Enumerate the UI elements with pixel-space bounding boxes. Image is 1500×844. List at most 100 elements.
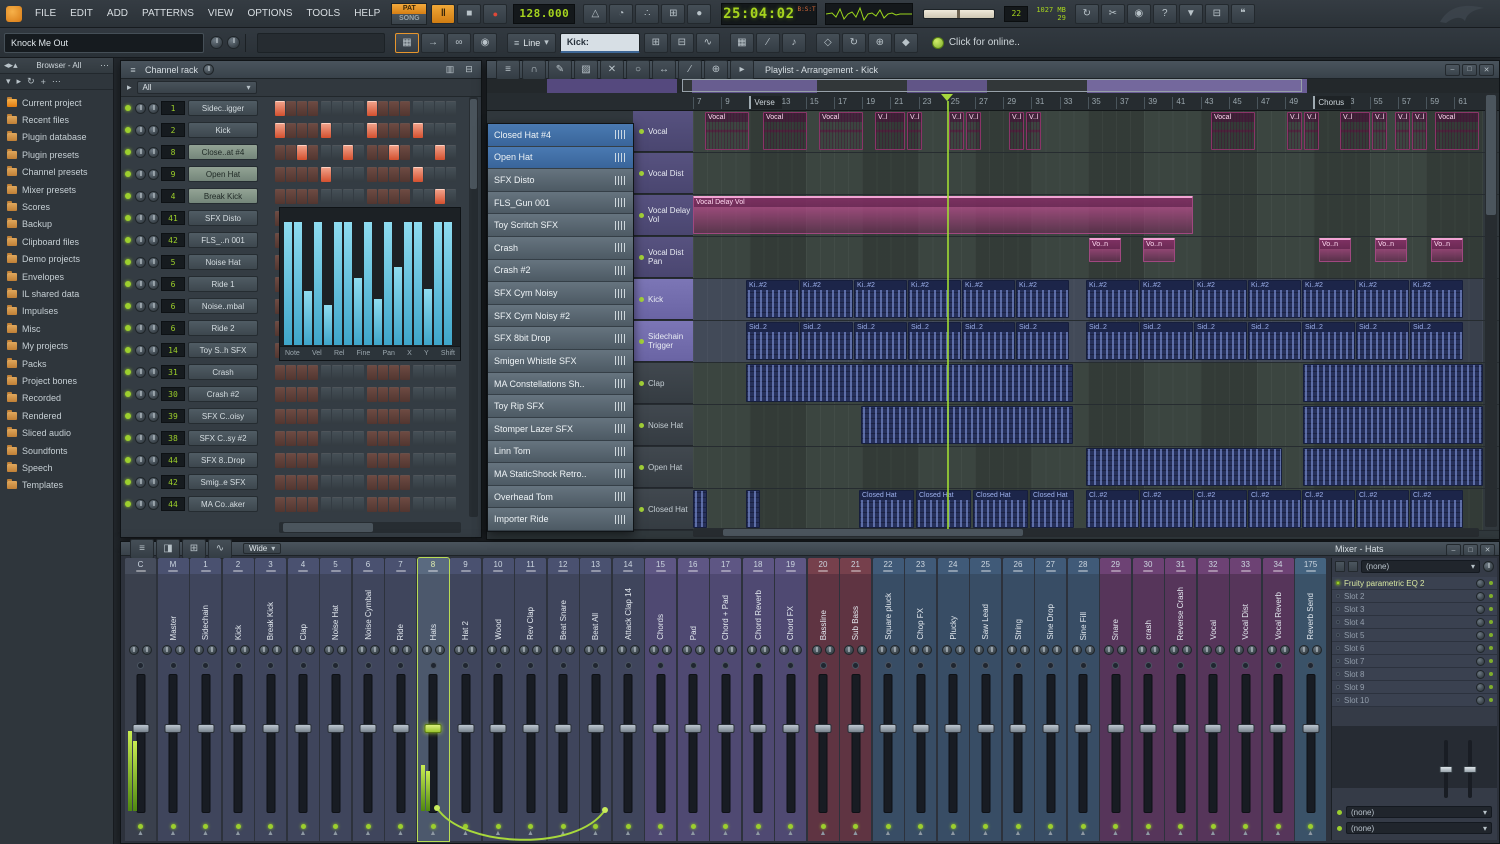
step-cell[interactable] (297, 430, 307, 446)
step-cell[interactable] (343, 100, 353, 116)
step-cell[interactable] (446, 166, 456, 182)
channel-enable-led[interactable] (125, 391, 131, 397)
velocity-bar[interactable] (294, 221, 302, 345)
pattern-clip[interactable]: Cl..#2 (1194, 490, 1247, 528)
strip-stereo-knob[interactable] (564, 645, 575, 655)
strip-pan-knob[interactable] (519, 645, 529, 655)
step-cell[interactable] (308, 166, 318, 182)
fader-handle[interactable] (1042, 723, 1059, 733)
strip-number-tab[interactable]: 32 (1197, 558, 1229, 574)
strip-pan-knob[interactable] (291, 645, 302, 655)
rack-vertical-scrollbar[interactable] (469, 97, 478, 517)
strip-route-arrow[interactable]: ▲ (202, 830, 209, 837)
strip-enable-led[interactable] (430, 823, 436, 829)
strip-route-arrow[interactable]: ▲ (462, 830, 469, 837)
graph-target-note[interactable]: Note (285, 350, 300, 357)
strip-pan-knob[interactable] (551, 645, 562, 655)
step-cell[interactable] (321, 408, 331, 424)
up-icon[interactable]: ▴ (13, 60, 18, 71)
step-cell[interactable] (297, 122, 307, 138)
strip-stereo-knob[interactable] (889, 645, 900, 655)
channel-enable-led[interactable] (125, 435, 131, 441)
strip-route-arrow[interactable]: ▲ (170, 830, 177, 837)
step-cell[interactable] (367, 496, 377, 512)
channel-pan-knob[interactable] (135, 146, 146, 158)
fader-handle[interactable] (879, 723, 897, 733)
strip-pan-knob[interactable] (584, 645, 594, 655)
strip-enable-led[interactable] (885, 823, 891, 829)
channel-button-sfx-disto[interactable]: SFX Disto (188, 210, 258, 226)
channel-volume-knob[interactable] (148, 212, 159, 224)
fader-handle[interactable] (1074, 723, 1092, 733)
playlist-mute-button[interactable]: ○ (626, 59, 650, 80)
pattern-clip[interactable]: Closed Hat (1030, 490, 1074, 528)
strip-route-arrow[interactable]: ▲ (267, 830, 274, 837)
strip-stereo-knob[interactable] (727, 645, 737, 655)
mixer-strip-beat-all[interactable]: 13 Beat All ▲ (580, 558, 611, 841)
sample-item-ma-constellations-sh[interactable]: MA Constellations Sh.. (488, 372, 633, 396)
mixer-strip-sine-drop[interactable]: 27 Sine Drop ▲ (1035, 558, 1066, 841)
strip-number-tab[interactable]: 34 (1262, 558, 1294, 574)
strip-stereo-knob[interactable] (629, 645, 640, 655)
toolbar-articulate-button[interactable]: ♪ (781, 32, 806, 53)
browser-item-sliced-audio[interactable]: Sliced audio (0, 424, 113, 441)
mixer-strip-c[interactable]: C ▲ (125, 558, 156, 841)
step-cell[interactable] (275, 122, 285, 138)
minimize-button[interactable]: – (1446, 544, 1461, 556)
sample-item-sfx-8bit-drop[interactable]: SFX 8bit Drop (488, 327, 633, 351)
step-cell[interactable] (332, 386, 342, 402)
strip-enable-led[interactable] (300, 823, 306, 829)
sample-item-toy-rip-sfx[interactable]: Toy Rip SFX (488, 395, 633, 418)
step-cell[interactable] (354, 452, 364, 468)
fader-handle[interactable] (554, 723, 572, 733)
strip-route-arrow[interactable]: ▲ (982, 830, 989, 837)
step-cell[interactable] (367, 122, 377, 138)
step-cell[interactable] (275, 166, 285, 182)
strip-number-tab[interactable]: 28 (1067, 558, 1099, 574)
pattern-mode-button[interactable]: PAT (392, 3, 427, 14)
step-cell[interactable] (332, 408, 342, 424)
strip-enable-led[interactable] (625, 823, 631, 829)
toolbar-pattern-grid-button[interactable]: ⊞ (643, 32, 668, 53)
fader-handle[interactable] (489, 723, 507, 733)
step-cell[interactable] (435, 430, 445, 446)
channel-filter-dropdown[interactable]: All (136, 81, 257, 94)
browser-item-mixer-presets[interactable]: Mixer presets (0, 181, 113, 198)
fader-handle[interactable] (164, 723, 182, 733)
strip-pan-knob[interactable] (1071, 645, 1082, 655)
strip-pan-knob[interactable] (714, 645, 724, 655)
fader-handle[interactable] (229, 723, 247, 733)
slot-enable-led[interactable] (1336, 698, 1340, 702)
step-cell[interactable] (378, 144, 388, 160)
mixer-strip-sidechain[interactable]: 1 Sidechain ▲ (190, 558, 221, 841)
mixer-strip-hats[interactable]: 8 Hats ▲ (416, 557, 450, 842)
channel-button-sfx-c-sy-2[interactable]: SFX C..sy #2 (188, 430, 258, 446)
strip-enable-led[interactable] (203, 823, 208, 829)
step-cell[interactable] (424, 144, 434, 160)
channel-volume-knob[interactable] (148, 366, 159, 378)
preview-wave-icon[interactable] (615, 311, 627, 321)
strip-stereo-knob[interactable] (1019, 645, 1030, 655)
audio-clip[interactable]: V..l (1304, 112, 1319, 150)
strip-stereo-knob[interactable] (207, 645, 217, 655)
channel-pan-knob[interactable] (135, 102, 146, 114)
minimize-button[interactable]: – (1445, 63, 1460, 76)
strip-number-tab[interactable]: 6 (352, 558, 384, 574)
playlist-paint-button[interactable]: ▨ (574, 59, 598, 80)
pattern-clip[interactable]: Ki..#2 (1086, 280, 1139, 318)
pitch-slider-handle[interactable] (956, 9, 960, 18)
step-cell[interactable] (354, 386, 364, 402)
track-lane-closed-hat[interactable]: Closed Hat Closed Hat Closed Hat Closed Hat… (693, 489, 1483, 530)
step-cell[interactable] (389, 408, 399, 424)
fader-handle[interactable] (814, 723, 832, 733)
playlist-slip-button[interactable]: ↔ (652, 59, 676, 80)
strip-fader[interactable] (938, 670, 969, 819)
step-cell[interactable] (275, 144, 285, 160)
step-cell[interactable] (367, 474, 377, 490)
channel-enable-led[interactable] (125, 127, 131, 133)
track-lane-vocal-dist[interactable] (693, 153, 1483, 194)
strip-number-tab[interactable]: 20 (807, 558, 839, 574)
step-cell[interactable] (378, 474, 388, 490)
graph-view-icon[interactable] (443, 64, 457, 75)
step-cell[interactable] (297, 188, 307, 204)
